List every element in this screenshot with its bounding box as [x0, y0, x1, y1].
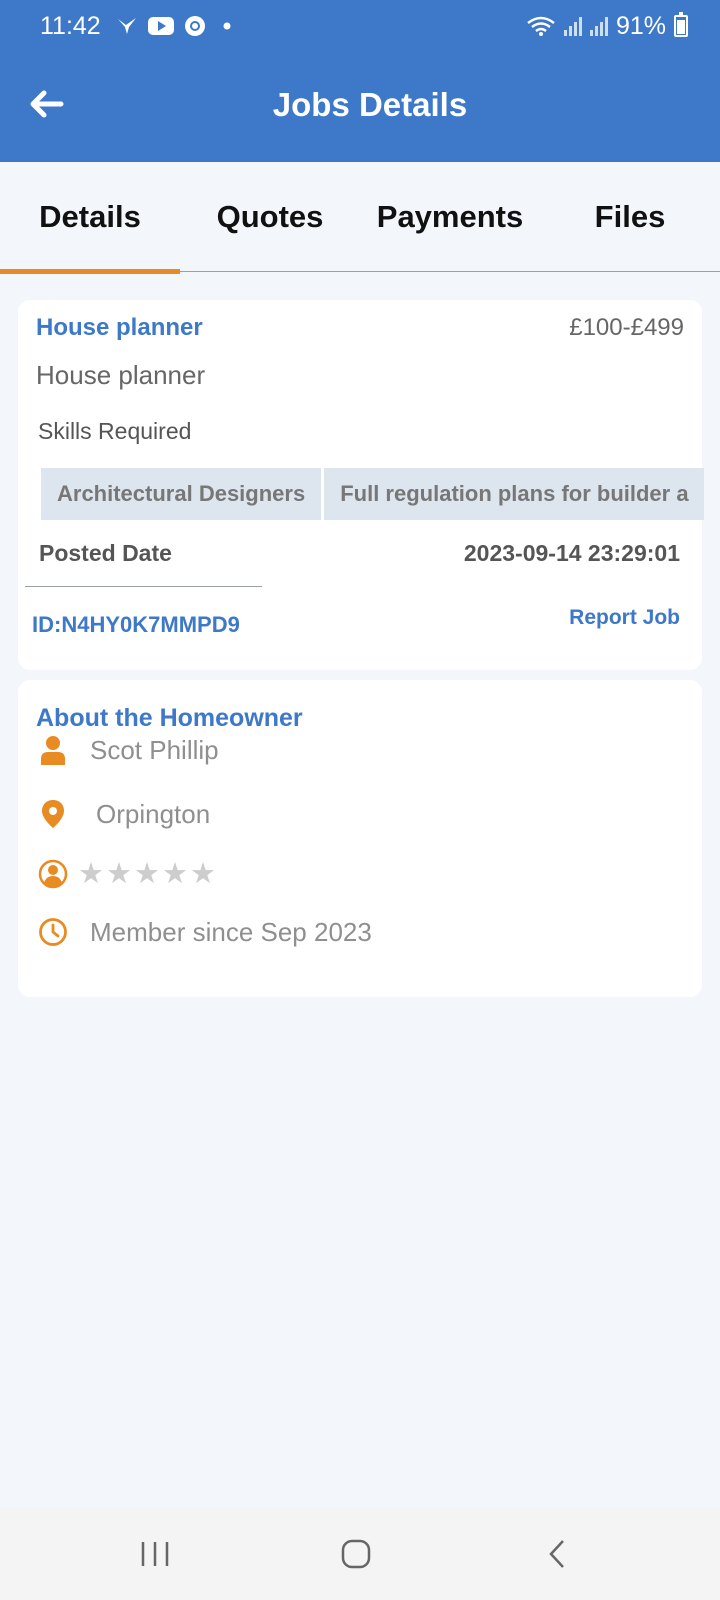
homeowner-member-row: Member since Sep 2023 [38, 914, 372, 950]
tab-bar: Details Quotes Payments Files [0, 162, 720, 274]
posted-date-value: 2023-09-14 23:29:01 [463, 540, 680, 566]
star-icon: ★ [190, 858, 216, 890]
homeowner-name: Scot Phillip [90, 734, 219, 765]
status-system-icons: 91% [526, 12, 688, 40]
person-icon [38, 733, 68, 767]
skills-list: Architectural Designers Full regulation … [41, 468, 704, 520]
signal-2-icon [589, 16, 608, 36]
homeowner-location: Orpington [96, 798, 211, 829]
youtube-icon [148, 17, 174, 35]
star-icon: ★ [162, 858, 188, 890]
app-bar: 11:42 91% Jobs Details [0, 0, 720, 162]
dot-icon [223, 22, 231, 30]
skill-chip: Architectural Designers [41, 468, 322, 520]
report-job-link[interactable]: Report Job [569, 606, 680, 630]
star-icon: ★ [106, 858, 132, 890]
back-nav-button[interactable] [527, 1526, 587, 1582]
status-time: 11:42 [40, 12, 101, 40]
tab-payments[interactable]: Payments [360, 162, 540, 272]
location-pin-icon [38, 797, 68, 831]
job-id: ID:N4HY0K7MMPD9 [32, 612, 240, 637]
user-circle-icon [38, 857, 68, 891]
battery-icon [674, 12, 688, 37]
home-icon [341, 1539, 371, 1569]
homeowner-location-row: Orpington [38, 796, 210, 832]
tab-quotes[interactable]: Quotes [180, 162, 360, 272]
wifi-icon [527, 16, 555, 36]
recent-apps-button[interactable] [125, 1526, 185, 1582]
status-notification-icons [116, 12, 238, 40]
chevron-left-icon [549, 1540, 564, 1568]
star-icon: ★ [134, 858, 160, 890]
recent-apps-icon [141, 1542, 169, 1566]
signal-icon [563, 16, 582, 36]
status-bar: 11:42 91% [0, 0, 720, 54]
clock-icon [38, 915, 68, 949]
job-title: House planner [36, 314, 203, 341]
hummingbird-icon [118, 18, 136, 34]
tab-files[interactable]: Files [540, 162, 720, 272]
page-title: Jobs Details [272, 86, 468, 123]
battery-percent: 91% [615, 11, 666, 40]
job-budget: £100-£499 [569, 314, 684, 341]
member-since: Member since Sep 2023 [90, 916, 372, 947]
skill-chip: Full regulation plans for builder a [324, 468, 704, 520]
system-nav-bar [0, 1508, 720, 1600]
homeowner-card: About the Homeowner Scot Phillip Orpingt… [18, 680, 702, 997]
tab-details[interactable]: Details [0, 162, 180, 274]
rating-stars: ★ ★ ★ ★ ★ [78, 856, 216, 892]
posted-date-label: Posted Date [39, 540, 172, 566]
homeowner-rating-row: ★ ★ ★ ★ ★ [38, 856, 216, 892]
job-details-card: House planner £100-£499 House planner Sk… [18, 300, 704, 670]
star-icon: ★ [78, 858, 104, 890]
homeowner-name-row: Scot Phillip [38, 732, 219, 768]
home-button[interactable] [326, 1526, 386, 1582]
skills-label: Skills Required [38, 418, 192, 444]
job-description: House planner [36, 360, 206, 390]
homeowner-section-title: About the Homeowner [36, 704, 303, 732]
chrome-icon [185, 16, 205, 36]
divider [25, 586, 262, 587]
